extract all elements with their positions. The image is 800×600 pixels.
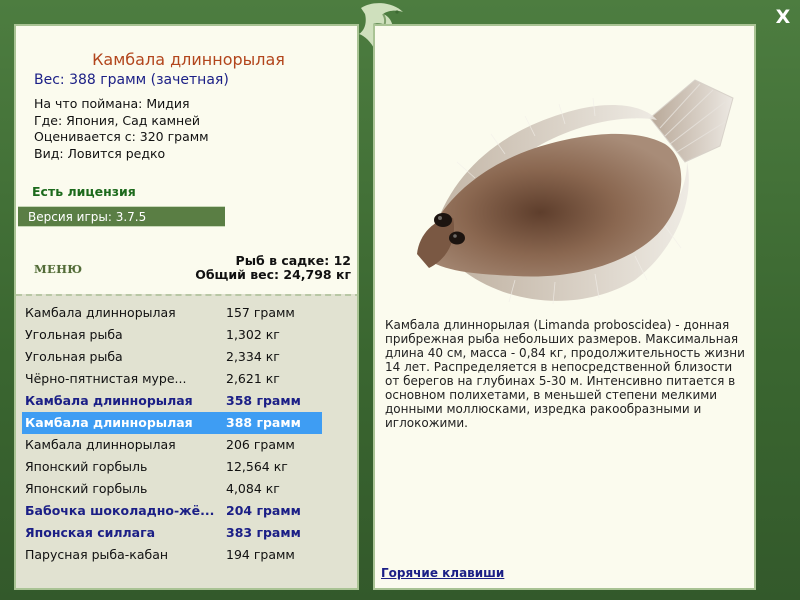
catch-name: Японский горбыль	[25, 459, 148, 474]
fish-description: Камбала длиннорылая (Limanda proboscidea…	[385, 318, 745, 430]
catch-row[interactable]: Угольная рыба 2,334 кг	[22, 346, 322, 368]
catch-name: Камбала длиннорылая	[25, 305, 176, 320]
catch-weight: 194 грамм	[226, 547, 295, 562]
fish-title: Камбала длиннорылая	[92, 50, 285, 69]
license-status: Есть лицензия	[32, 184, 136, 199]
catch-row[interactable]: Камбала длиннорылая 157 грамм	[22, 302, 322, 324]
fish-detail-panel: Камбала длиннорылая (Limanda proboscidea…	[373, 24, 756, 590]
catch-weight: 383 грамм	[226, 525, 301, 540]
catch-name: Камбала длиннорылая	[25, 437, 176, 452]
catch-name: Чёрно-пятнистая муре...	[25, 371, 187, 386]
catch-row[interactable]: Парусная рыба-кабан 194 грамм	[22, 544, 322, 566]
keepnet-total-weight: Общий вес: 24,798 кг	[195, 267, 351, 282]
catch-weight: 2,334 кг	[226, 349, 280, 364]
catch-row[interactable]: Бабочка шоколадно-жё... 204 грамм	[22, 500, 322, 522]
catch-weight: 1,302 кг	[226, 327, 280, 342]
catch-name: Японский горбыль	[25, 481, 148, 496]
catch-weight: 4,084 кг	[226, 481, 280, 496]
close-button[interactable]: X	[770, 4, 796, 30]
catch-name: Камбала длиннорылая	[25, 393, 193, 408]
catch-name: Парусная рыба-кабан	[25, 547, 169, 562]
info-location: Где: Япония, Сад камней	[34, 112, 201, 128]
game-window: X Камбала длиннорылая Вес: 388 грамм (за…	[0, 0, 800, 600]
catch-list[interactable]: Камбала длиннорылая 157 грамм Угольная рыб…	[16, 294, 357, 588]
catch-weight: 157 грамм	[226, 305, 295, 320]
hotkeys-link[interactable]: Горячие клавиши	[381, 566, 504, 580]
catch-row[interactable]: Камбала длиннорылая 358 грамм	[22, 390, 322, 412]
catch-name: Японская силлага	[25, 525, 156, 540]
catch-weight: 204 грамм	[226, 503, 301, 518]
keepnet-summary: Рыб в садке: 12 Общий вес: 24,798 кг	[195, 254, 351, 282]
catch-row[interactable]: Чёрно-пятнистая муре... 2,621 кг	[22, 368, 322, 390]
catch-weight: 388 грамм	[226, 415, 301, 430]
catch-name: Угольная рыба	[25, 349, 123, 364]
catch-weight: 206 грамм	[226, 437, 295, 452]
close-icon: X	[775, 6, 791, 28]
catch-row[interactable]: Угольная рыба 1,302 кг	[22, 324, 322, 346]
fish-info-panel: Камбала длиннорылая Вес: 388 грамм (заче…	[14, 24, 359, 590]
menu-button[interactable]: МЕНЮ	[34, 262, 82, 276]
info-bait: На что поймана: Мидия	[34, 96, 190, 111]
catch-weight: 12,564 кг	[226, 459, 288, 474]
version-bar: Версия игры: 3.7.5	[18, 206, 225, 227]
catch-name: Бабочка шоколадно-жё...	[25, 503, 215, 518]
catch-row[interactable]: Камбала длиннорылая 206 грамм	[22, 434, 322, 456]
keepnet-count: Рыб в садке: 12	[235, 253, 351, 268]
catch-name: Угольная рыба	[25, 327, 123, 342]
catch-row-selected[interactable]: Камбала длиннорылая 388 грамм	[22, 412, 322, 434]
flounder-image	[417, 79, 734, 305]
fish-weight: Вес: 388 грамм (зачетная)	[34, 72, 229, 88]
catch-weight: 358 грамм	[226, 393, 301, 408]
fish-info-lines: На что поймана: Мидия Где: Япония, Сад к…	[34, 96, 354, 162]
catch-row[interactable]: Японская силлага 383 грамм	[22, 522, 322, 544]
info-rated-from: Оценивается с: 320 грамм	[34, 129, 209, 144]
catch-name: Камбала длиннорылая	[25, 415, 193, 430]
catch-row[interactable]: Японский горбыль 4,084 кг	[22, 478, 322, 500]
catch-weight: 2,621 кг	[226, 371, 280, 386]
info-rarity: Вид: Ловится редко	[34, 145, 166, 161]
catch-row[interactable]: Японский горбыль 12,564 кг	[22, 456, 322, 478]
